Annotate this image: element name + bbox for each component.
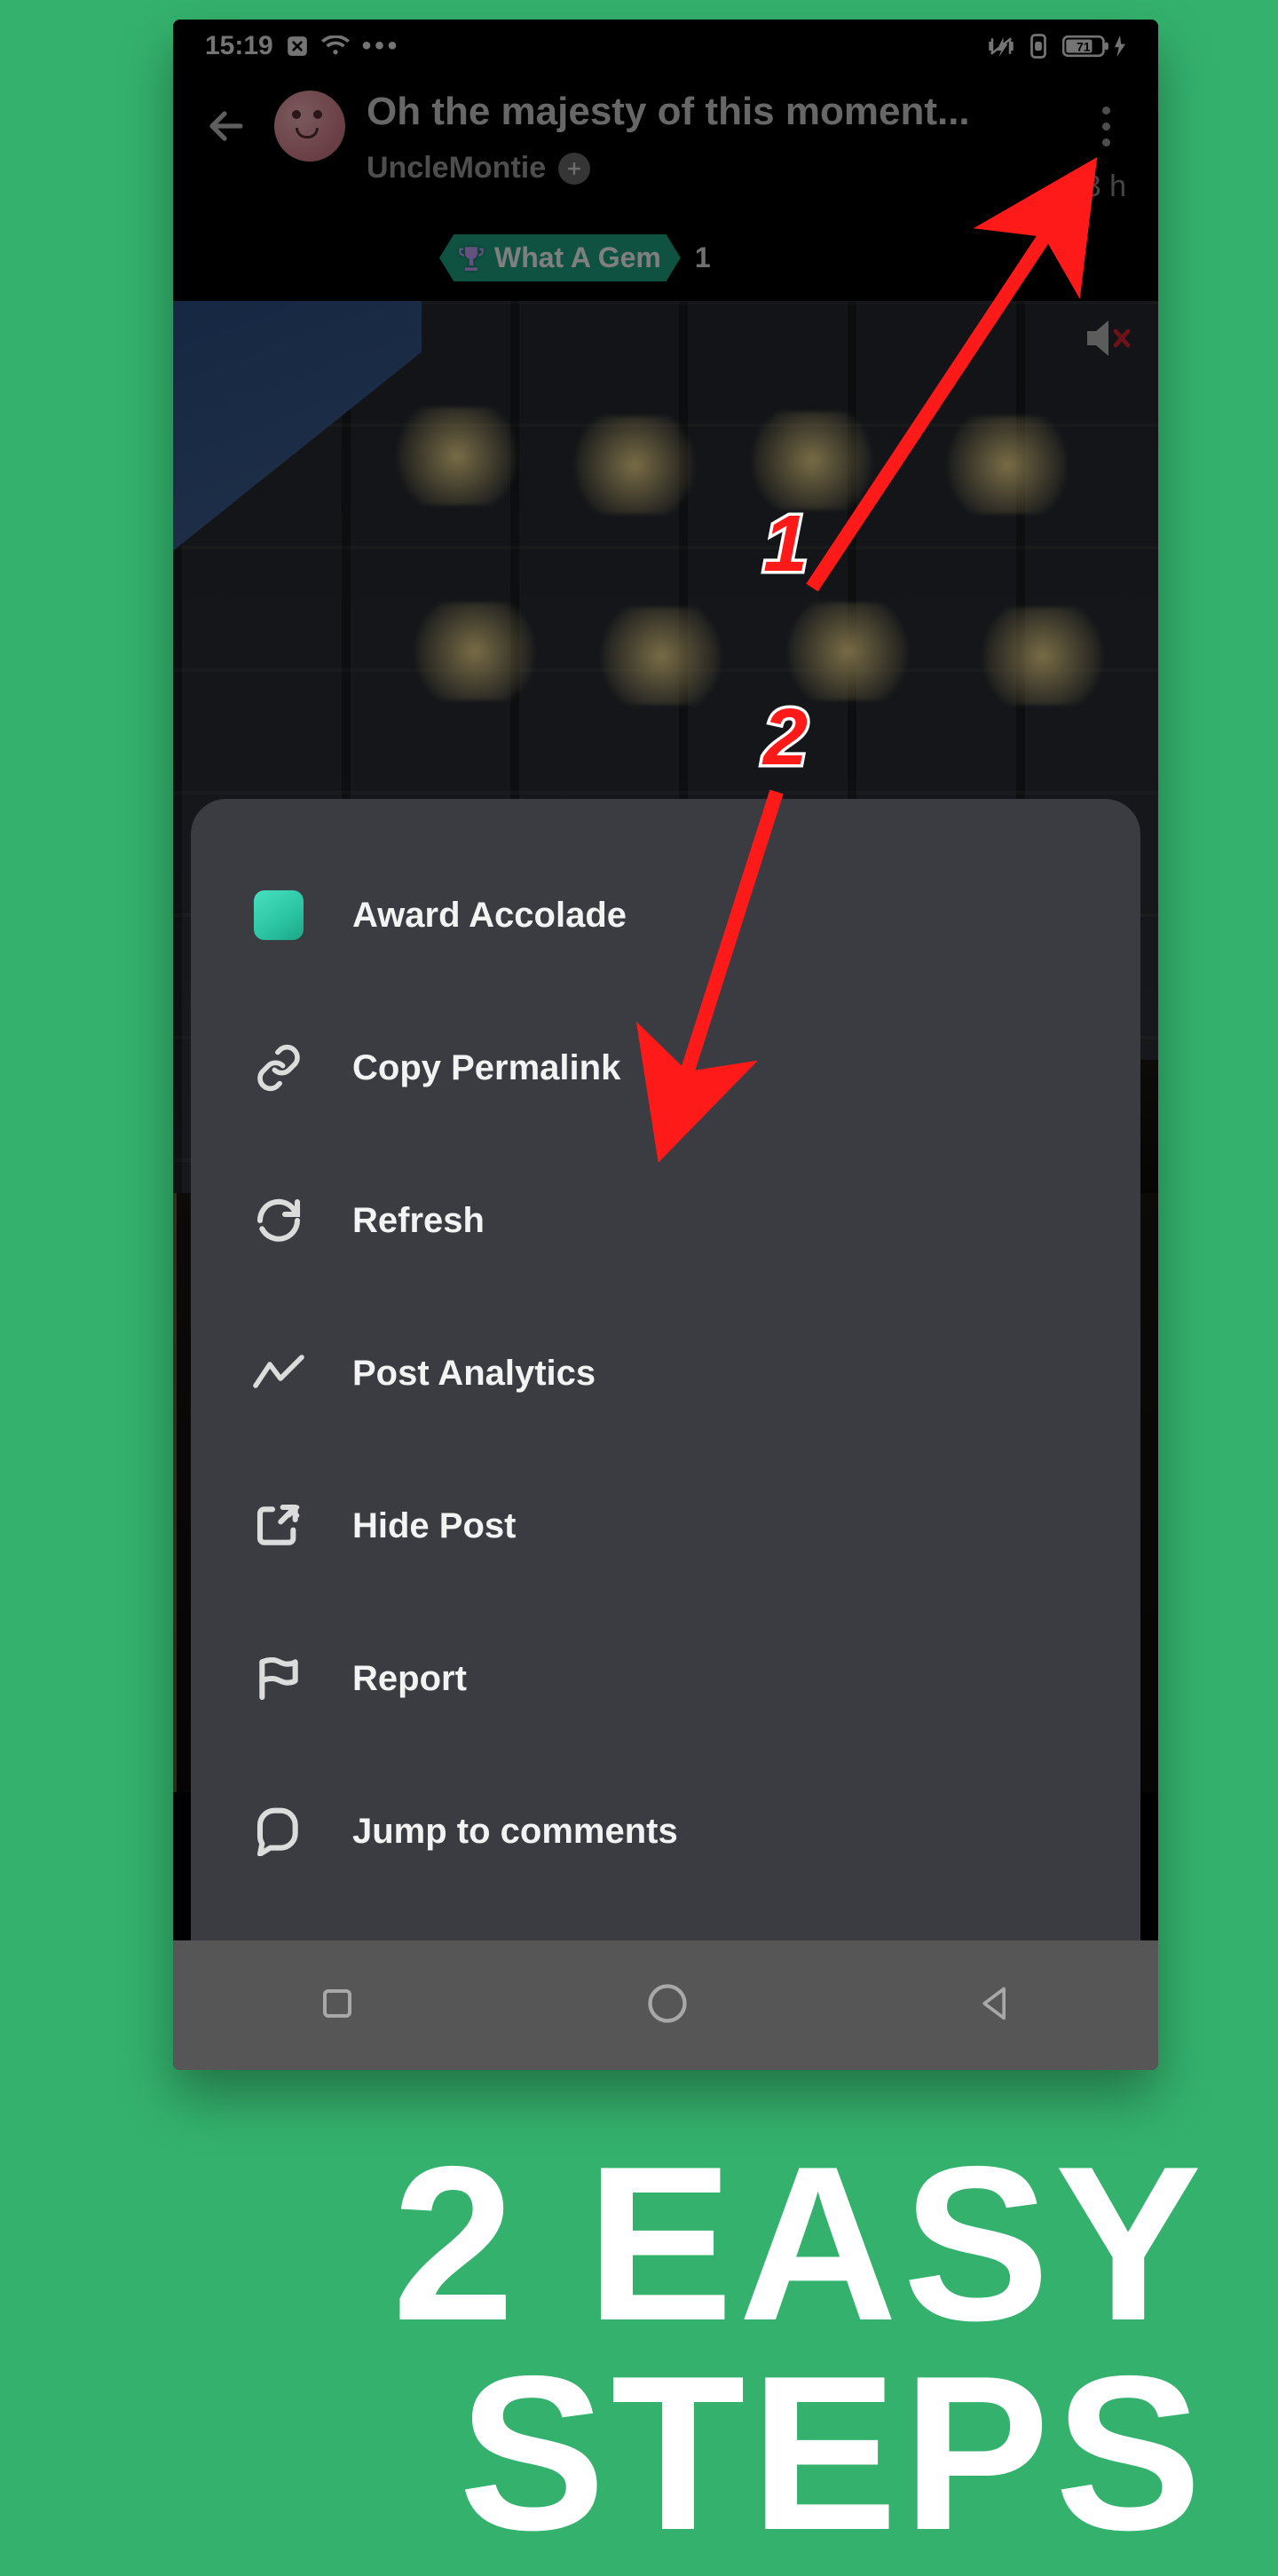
flag-icon: [251, 1651, 306, 1706]
status-time: 15:19: [205, 31, 273, 61]
android-nav-bar: [173, 1940, 1158, 2070]
link-icon: [251, 1040, 306, 1095]
step-2-label: 2: [763, 692, 808, 784]
status-bar: 15:19 •••: [173, 20, 1158, 73]
nav-home-button[interactable]: [644, 1980, 690, 2031]
menu-item-refresh[interactable]: Refresh: [239, 1159, 1093, 1282]
wifi-icon: [321, 36, 350, 57]
hide-icon: [251, 1498, 306, 1553]
instruction-caption: 2 EASY STEPS: [0, 2139, 1207, 2557]
nav-recent-button[interactable]: [316, 1982, 359, 2029]
author-avatar[interactable]: [274, 91, 345, 162]
menu-item-label: Refresh: [352, 1201, 485, 1241]
menu-item-analytics[interactable]: Post Analytics: [239, 1312, 1093, 1434]
step-1-label: 1: [763, 499, 808, 590]
phone-screenshot: 15:19 •••: [173, 20, 1158, 2070]
gem-icon: [251, 888, 306, 943]
nav-back-button[interactable]: [976, 1982, 1015, 2029]
menu-item-label: Jump to comments: [352, 1812, 678, 1852]
follow-button[interactable]: [558, 153, 590, 185]
menu-item-report[interactable]: Report: [239, 1617, 1093, 1740]
gem-badge[interactable]: What A Gem: [439, 234, 681, 281]
post-header: Oh the majesty of this moment... UncleMo…: [173, 73, 1158, 224]
vibrate-icon: [988, 35, 1014, 58]
menu-item-label: Award Accolade: [352, 896, 627, 936]
back-button[interactable]: [200, 99, 253, 153]
menu-item-permalink[interactable]: Copy Permalink: [239, 1007, 1093, 1129]
caption-line-1: 2 EASY: [0, 2139, 1207, 2349]
caption-line-2: STEPS: [0, 2349, 1207, 2558]
menu-item-label: Hide Post: [352, 1506, 516, 1546]
comment-icon: [251, 1804, 306, 1859]
menu-item-label: Report: [352, 1659, 467, 1699]
mute-button[interactable]: [1084, 317, 1133, 360]
accolade-badge-row: What A Gem 1: [439, 234, 1158, 301]
post-timestamp: 3 h: [1085, 170, 1132, 204]
more-status-icon: •••: [362, 31, 401, 61]
author-name[interactable]: UncleMontie: [367, 151, 546, 186]
context-menu-sheet: Award Accolade Copy Permalink Refresh: [191, 799, 1140, 1940]
menu-item-award[interactable]: Award Accolade: [239, 854, 1093, 976]
menu-item-label: Post Analytics: [352, 1354, 596, 1394]
battery-icon: 71: [1062, 35, 1126, 58]
refresh-icon: [251, 1193, 306, 1248]
trophy-icon: [459, 245, 484, 272]
menu-item-comments[interactable]: Jump to comments: [239, 1770, 1093, 1892]
gem-badge-count: 1: [695, 241, 711, 274]
menu-item-hide[interactable]: Hide Post: [239, 1465, 1093, 1587]
rotation-lock-icon: [1027, 33, 1050, 59]
post-title: Oh the majesty of this moment...: [367, 91, 1063, 133]
menu-item-label: Copy Permalink: [352, 1048, 620, 1088]
more-options-button[interactable]: [1085, 91, 1132, 146]
svg-text:71: 71: [1077, 39, 1091, 53]
analytics-icon: [251, 1346, 306, 1401]
gem-badge-label: What A Gem: [494, 241, 661, 274]
stop-media-icon: [286, 35, 309, 58]
